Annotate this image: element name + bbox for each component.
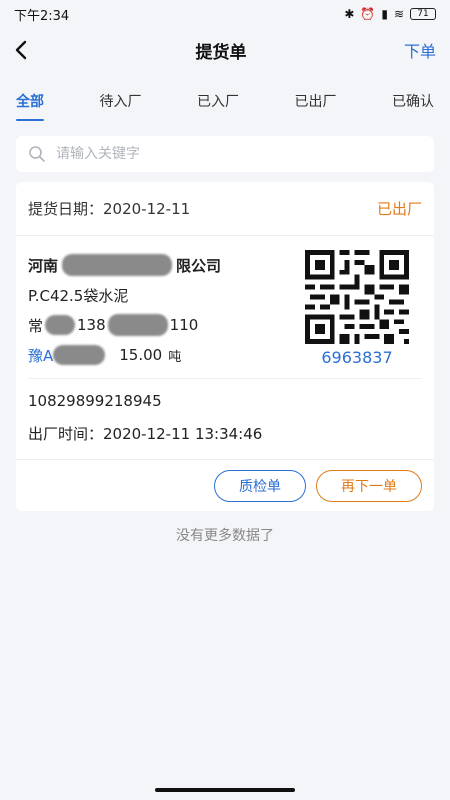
- chevron-left-icon: [15, 40, 27, 60]
- bluetooth-icon: ✱: [344, 7, 355, 21]
- status-icons: ✱ ⏰ ▮ ≋ 71: [344, 7, 436, 21]
- home-indicator[interactable]: [155, 788, 295, 792]
- status-badge: 已出厂: [376, 200, 422, 218]
- nav-bar: 提货单 下单: [0, 28, 450, 72]
- search-icon: [29, 146, 45, 162]
- reorder-button[interactable]: 再下一单: [316, 469, 422, 502]
- product-name: P.C42.5袋水泥: [28, 286, 129, 305]
- search-input[interactable]: [56, 146, 422, 162]
- company-name: 河南 限公司: [28, 250, 292, 280]
- qr-code[interactable]: [305, 250, 409, 344]
- order-number: 10829899218945: [28, 392, 162, 410]
- order-card-body: 河南 限公司 P.C42.5袋水泥 常 138 110 豫A 15.00 吨 6…: [16, 236, 434, 370]
- no-more-data: 没有更多数据了: [176, 528, 274, 544]
- tab-exited[interactable]: 已出厂: [295, 85, 337, 117]
- tab-confirmed[interactable]: 已确认: [392, 85, 434, 117]
- tab-entered[interactable]: 已入厂: [197, 85, 239, 117]
- exit-time: 出厂时间：2020-12-11 13:34:46: [28, 424, 263, 443]
- search-bar: [16, 136, 434, 172]
- order-card-header: 提货日期：2020-12-11 已出厂: [16, 182, 434, 236]
- weight-unit: 吨: [168, 349, 182, 365]
- redacted-blur: [53, 345, 106, 365]
- order-info: 河南 限公司 P.C42.5袋水泥 常 138 110 豫A 15.00 吨: [28, 250, 292, 370]
- qr-block: 6963837: [292, 250, 422, 370]
- tab-pending-entry[interactable]: 待入厂: [100, 85, 142, 117]
- status-bar: 下午2:34 ✱ ⏰ ▮ ≋ 71: [0, 0, 450, 28]
- quality-report-button[interactable]: 质检单: [214, 469, 306, 502]
- order-actions: 质检单 再下一单: [16, 459, 434, 511]
- status-time: 下午2:34: [14, 8, 70, 24]
- back-button[interactable]: [14, 38, 38, 62]
- redacted-blur: [62, 254, 173, 276]
- battery-icon: 71: [410, 8, 436, 20]
- redacted-blur: [107, 314, 168, 336]
- vehicle-weight: 豫A 15.00 吨: [28, 340, 292, 370]
- pickup-date: 提货日期：2020-12-11: [28, 200, 191, 218]
- order-extra: 10829899218945 出厂时间：2020-12-11 13:34:46: [28, 378, 422, 459]
- plate-number: 豫A: [28, 346, 54, 365]
- tab-all[interactable]: 全部: [16, 85, 44, 121]
- wifi-icon: ≋: [393, 7, 404, 21]
- page-title: 提货单: [195, 42, 247, 63]
- weight-value: 15.00: [119, 346, 163, 364]
- qr-number: 6963837: [321, 348, 393, 367]
- alarm-icon: ⏰: [360, 7, 376, 21]
- signal-icon: ▮: [381, 7, 388, 21]
- tab-bar: 全部 待入厂 已入厂 已出厂 已确认: [0, 78, 450, 124]
- redacted-blur: [45, 315, 76, 335]
- order-button[interactable]: 下单: [404, 38, 436, 62]
- order-card[interactable]: 提货日期：2020-12-11 已出厂 河南 限公司 P.C42.5袋水泥 常 …: [16, 182, 434, 511]
- contact-info: 常 138 110: [28, 314, 199, 336]
